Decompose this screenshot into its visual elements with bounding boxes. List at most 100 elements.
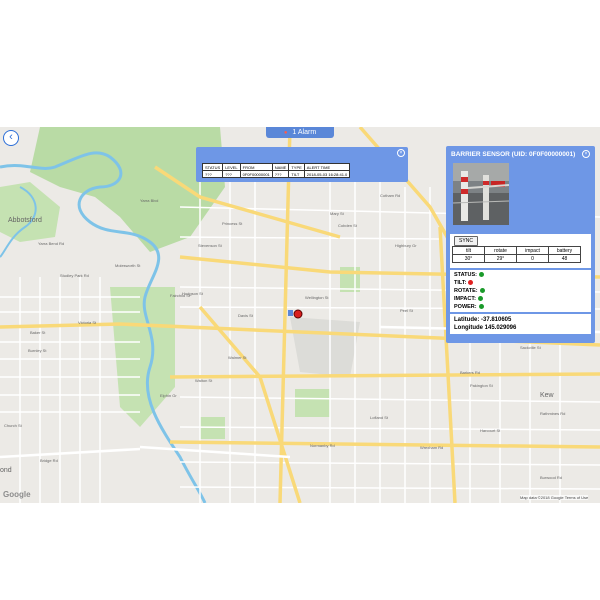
road-label: Wellington St bbox=[305, 295, 329, 300]
column-header: ALERT TIME bbox=[303, 163, 351, 171]
road-label: Yarra Blvd bbox=[140, 198, 158, 203]
road-label: Normanby Rd bbox=[310, 443, 335, 448]
column-header: STATUS bbox=[201, 163, 224, 171]
road-label: Highbury Gr bbox=[395, 243, 417, 248]
sensor-title: BARRIER SENSOR (UID: 0F0F00000001) bbox=[451, 151, 576, 158]
terms-link[interactable]: Terms of Use bbox=[565, 495, 589, 500]
sensor-readings: SYNC tilt rotate impact battery 30° 29° … bbox=[450, 234, 591, 268]
sync-button[interactable]: SYNC bbox=[454, 236, 478, 246]
google-logo: Google bbox=[3, 490, 31, 499]
table-cell: 0F0F00000001 bbox=[239, 170, 273, 178]
place-label: Kew bbox=[540, 392, 555, 399]
column-header: NAME bbox=[271, 163, 290, 171]
readings-table: tilt rotate impact battery 30° 29° 0 48 bbox=[452, 246, 581, 263]
chevron-left-icon: ‹ bbox=[9, 131, 13, 143]
table-row: tilt rotate impact battery bbox=[452, 246, 581, 255]
status-indicator-icon bbox=[468, 280, 474, 286]
park-abbotsford bbox=[0, 182, 60, 242]
status-row: ROTATE: bbox=[454, 288, 485, 295]
table-row[interactable]: ??? ??? 0F0F00000001 ??? TILT 2018-05-03… bbox=[201, 170, 351, 178]
park-kew bbox=[295, 389, 330, 417]
status-indicator-icon bbox=[478, 304, 484, 310]
road-label: Elphin Gr bbox=[160, 393, 177, 398]
road-label: Burnley St bbox=[28, 348, 47, 353]
sensor-coordinates: Latitude: -37.810605 Longitude 145.02909… bbox=[450, 314, 591, 334]
close-icon[interactable]: × bbox=[582, 150, 590, 158]
status-indicator-icon bbox=[479, 288, 485, 294]
bus-stop-marker bbox=[288, 310, 293, 316]
bell-icon: ● bbox=[283, 130, 288, 136]
alarm-popup: × STATUS LEVEL FROM NAME TYPE ALERT TIME… bbox=[196, 147, 408, 182]
alarm-table-header: STATUS LEVEL FROM NAME TYPE ALERT TIME bbox=[201, 163, 351, 171]
map-data-credit: Map data ©2018 Google bbox=[520, 495, 564, 500]
alarm-tab[interactable]: ● 1 Alarm bbox=[266, 127, 334, 138]
park-river bbox=[110, 287, 175, 427]
table-cell: 30° bbox=[452, 254, 485, 263]
status-row: TILT: bbox=[454, 280, 474, 287]
sensor-panel: BARRIER SENSOR (UID: 0F0F00000001) × SYN… bbox=[446, 146, 595, 343]
road-label: Church St bbox=[4, 423, 23, 428]
road-label: Bridge Rd bbox=[40, 458, 58, 463]
table-cell: 2018-05-03 16:28:41.0 bbox=[303, 170, 351, 178]
table-row: 30° 29° 0 48 bbox=[452, 254, 581, 263]
road-label: Victoria St bbox=[78, 320, 97, 325]
road-label: Davis St bbox=[238, 313, 254, 318]
road-label: Burwood Rd bbox=[540, 475, 562, 480]
road-label: Fairchild St bbox=[170, 293, 191, 298]
sensor-marker[interactable] bbox=[293, 309, 303, 319]
place-label: ond bbox=[0, 467, 12, 474]
road-label: Stevenson St bbox=[198, 243, 223, 248]
column-header: tilt bbox=[452, 246, 485, 255]
road-label: Molesworth St bbox=[115, 263, 141, 268]
road-label: Pakington St bbox=[470, 383, 494, 388]
column-header: battery bbox=[548, 246, 581, 255]
column-header: impact bbox=[516, 246, 549, 255]
table-cell: ??? bbox=[222, 170, 241, 178]
table-cell: 29° bbox=[484, 254, 517, 263]
latitude-text: Latitude: -37.810605 bbox=[454, 317, 512, 323]
column-header: FROM bbox=[239, 163, 273, 171]
status-label: POWER: bbox=[454, 304, 477, 310]
road-label: Wrexham Rd bbox=[420, 445, 443, 450]
status-indicator-icon bbox=[479, 272, 485, 278]
alarm-table: STATUS LEVEL FROM NAME TYPE ALERT TIME ?… bbox=[201, 163, 351, 178]
column-header: LEVEL bbox=[222, 163, 241, 171]
road-label: Cobden St bbox=[338, 223, 358, 228]
table-cell: 48 bbox=[548, 254, 581, 263]
column-header: TYPE bbox=[288, 163, 305, 171]
road-label: Baker St bbox=[30, 330, 46, 335]
road-label: Cotham Rd bbox=[380, 193, 400, 198]
alarm-tab-label: 1 Alarm bbox=[292, 129, 317, 136]
road-label: Barkers Rd bbox=[460, 370, 480, 375]
road-label: Walmer St bbox=[228, 355, 247, 360]
road-label: Peel St bbox=[400, 308, 414, 313]
status-label: ROTATE: bbox=[454, 288, 478, 294]
sensor-photo bbox=[453, 163, 509, 225]
status-label: IMPACT: bbox=[454, 296, 476, 302]
road-label: Yarra Bend Rd bbox=[38, 241, 64, 246]
road-label: Lofland St bbox=[370, 415, 389, 420]
back-button[interactable]: ‹ bbox=[3, 130, 19, 146]
status-row: IMPACT: bbox=[454, 296, 483, 303]
place-label: Abbotsford bbox=[8, 217, 42, 224]
status-indicator-icon bbox=[477, 296, 483, 302]
map-credit: Map data ©2018 Google Terms of Use bbox=[520, 495, 589, 500]
road-label: Princess St bbox=[222, 221, 243, 226]
table-cell: ??? bbox=[271, 170, 290, 178]
longitude-text: Longitude 145.029096 bbox=[454, 325, 517, 331]
road-label: Studley Park Rd bbox=[60, 273, 89, 278]
close-icon[interactable]: × bbox=[397, 149, 405, 157]
road-label: Walton St bbox=[195, 378, 213, 383]
block-campus bbox=[290, 317, 360, 377]
status-row: STATUS: bbox=[454, 272, 485, 279]
table-cell: ??? bbox=[201, 170, 224, 178]
sensor-status: STATUS: TILT: ROTATE: IMPACT: POWER: bbox=[450, 270, 591, 312]
table-cell: TILT bbox=[288, 170, 305, 178]
column-header: rotate bbox=[484, 246, 517, 255]
road-label: Mary St bbox=[330, 211, 345, 216]
status-row: POWER: bbox=[454, 304, 484, 311]
road-label: Rathmines Rd bbox=[540, 411, 565, 416]
table-cell: 0 bbox=[516, 254, 549, 263]
road-label: Harcourt St bbox=[480, 428, 501, 433]
status-label: TILT: bbox=[454, 280, 467, 286]
